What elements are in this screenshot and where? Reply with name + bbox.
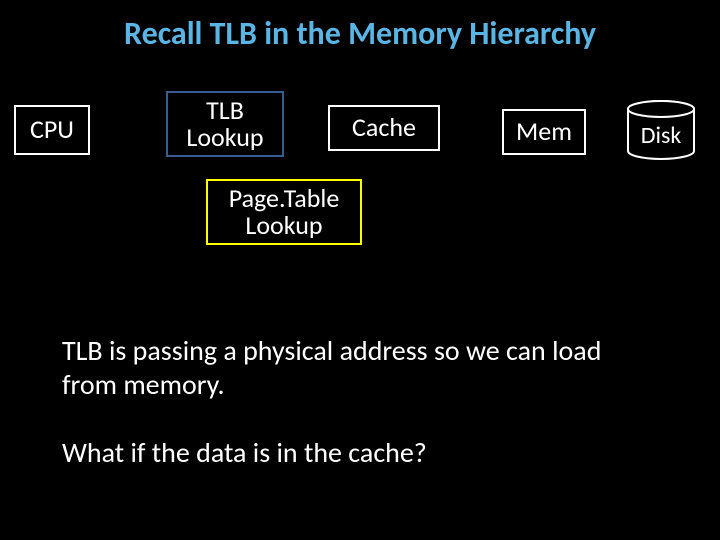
cache-box: Cache [328, 105, 440, 151]
hierarchy-diagram: CPU TLBLookup Cache Mem Page.TableLookup… [0, 87, 720, 247]
pagetable-lookup-box: Page.TableLookup [206, 179, 362, 245]
disk-cylinder: Disk [624, 99, 698, 161]
slide-title: Recall TLB in the Memory Hierarchy [0, 0, 720, 53]
body-paragraph-1: TLB is passing a physical address so we … [62, 334, 662, 401]
body-paragraph-2: What if the data is in the cache? [62, 436, 427, 470]
mem-box: Mem [502, 109, 586, 155]
disk-label: Disk [624, 121, 698, 150]
tlb-lookup-box: TLBLookup [166, 91, 284, 157]
cpu-box: CPU [14, 105, 90, 155]
